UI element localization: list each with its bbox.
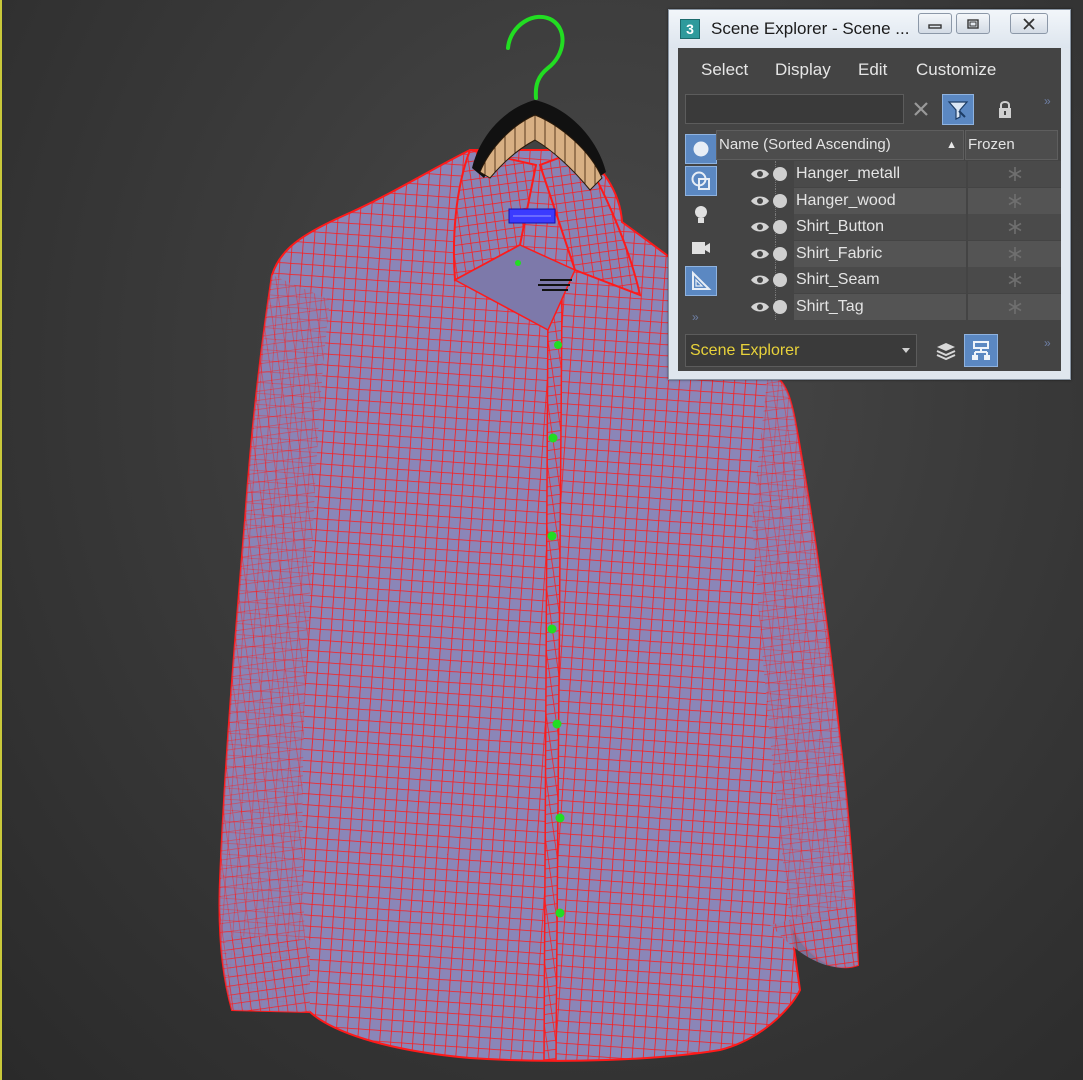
menu-select[interactable]: Select xyxy=(701,60,748,80)
frozen-toggle[interactable] xyxy=(968,267,1061,293)
render-toggle-icon[interactable] xyxy=(773,220,787,234)
app-logo-icon: 3 xyxy=(680,19,700,39)
bottom-toolbar: Scene Explorer » xyxy=(678,334,1061,371)
object-name[interactable]: Shirt_Seam xyxy=(794,267,966,293)
column-frozen-label: Frozen xyxy=(968,136,1015,153)
snowflake-icon xyxy=(1008,167,1021,181)
chevron-down-icon xyxy=(902,348,910,353)
menu-display[interactable]: Display xyxy=(775,60,831,80)
lock-icon xyxy=(999,101,1011,118)
eye-icon[interactable] xyxy=(750,273,770,287)
sort-ascending-icon: ▲ xyxy=(946,139,957,151)
display-shapes-button[interactable] xyxy=(685,166,717,196)
minimize-button[interactable] xyxy=(918,13,952,34)
eye-icon[interactable] xyxy=(750,167,770,181)
close-icon xyxy=(1023,17,1035,30)
restore-icon xyxy=(967,18,979,29)
object-row[interactable]: Hanger_metall xyxy=(720,161,1061,187)
filter-icon xyxy=(947,100,969,120)
search-input[interactable] xyxy=(685,94,904,124)
menu-edit[interactable]: Edit xyxy=(858,60,887,80)
object-name[interactable]: Hanger_metall xyxy=(794,161,966,187)
minimize-icon xyxy=(928,23,942,29)
shapes-icon xyxy=(691,171,710,190)
window-title: Scene Explorer - Scene ... xyxy=(711,19,910,38)
object-name[interactable]: Shirt_Button xyxy=(794,214,966,240)
render-toggle-icon[interactable] xyxy=(773,167,787,181)
column-header-frozen[interactable]: Frozen xyxy=(965,130,1058,160)
frozen-toggle[interactable] xyxy=(968,293,1061,320)
explorer-dropdown[interactable]: Scene Explorer xyxy=(685,334,917,367)
column-name-label: Name (Sorted Ascending) xyxy=(719,136,891,153)
render-toggle-icon[interactable] xyxy=(773,246,787,261)
camera-icon xyxy=(692,242,710,254)
display-helpers-button[interactable] xyxy=(685,266,717,296)
layers-icon xyxy=(936,343,956,361)
snowflake-icon xyxy=(1008,299,1021,314)
eye-icon[interactable] xyxy=(750,220,770,234)
display-cameras-button[interactable] xyxy=(685,233,717,263)
hanger-metall[interactable] xyxy=(506,14,565,100)
object-name[interactable]: Hanger_wood xyxy=(794,187,966,214)
close-button[interactable] xyxy=(1010,13,1048,34)
display-lights-button[interactable] xyxy=(685,200,717,230)
clear-search-button[interactable] xyxy=(911,99,931,119)
light-icon xyxy=(695,206,707,223)
menu-customize[interactable]: Customize xyxy=(916,60,996,80)
menu-bar: Select Display Edit Customize xyxy=(678,48,1061,94)
snowflake-icon xyxy=(1008,193,1021,208)
helper-icon xyxy=(692,270,712,290)
snowflake-icon xyxy=(1008,220,1021,234)
frozen-toggle[interactable] xyxy=(968,161,1061,187)
render-toggle-icon[interactable] xyxy=(773,299,787,314)
frozen-toggle[interactable] xyxy=(968,187,1061,214)
scene-explorer-window[interactable]: 3 Scene Explorer - Scene ... Select Disp… xyxy=(668,9,1071,380)
geometry-icon xyxy=(693,141,709,157)
frozen-toggle[interactable] xyxy=(968,214,1061,240)
frozen-toggle[interactable] xyxy=(968,240,1061,267)
eye-icon[interactable] xyxy=(750,247,770,261)
display-geometry-button[interactable] xyxy=(685,134,717,164)
title-bar[interactable]: 3 Scene Explorer - Scene ... xyxy=(669,10,1070,48)
render-toggle-icon[interactable] xyxy=(773,193,787,208)
object-row[interactable]: Shirt_Button xyxy=(720,214,1061,240)
x-icon xyxy=(914,102,928,116)
object-row[interactable]: Shirt_Fabric xyxy=(720,240,1061,267)
sort-by-layer-button[interactable] xyxy=(931,336,961,366)
render-toggle-icon[interactable] xyxy=(773,273,787,287)
object-row[interactable]: Shirt_Tag xyxy=(720,293,1061,320)
explorer-dropdown-value: Scene Explorer xyxy=(690,342,800,359)
eye-icon[interactable] xyxy=(750,194,770,208)
snowflake-icon xyxy=(1008,273,1021,287)
toolbar-overflow-icon[interactable]: » xyxy=(1044,94,1051,108)
hierarchy-icon xyxy=(972,340,990,360)
explorer-body: Select Display Edit Customize » » Name (… xyxy=(678,48,1061,371)
filter-button[interactable] xyxy=(942,94,974,125)
rail-overflow-icon[interactable]: » xyxy=(692,310,699,324)
object-row[interactable]: Hanger_wood xyxy=(720,187,1061,214)
snowflake-icon xyxy=(1008,246,1021,261)
column-header-name[interactable]: Name (Sorted Ascending) ▲ xyxy=(716,130,964,160)
object-name[interactable]: Shirt_Tag xyxy=(794,293,966,320)
restore-button[interactable] xyxy=(956,13,990,34)
dropdown-arrow-button[interactable] xyxy=(898,342,914,358)
sort-by-hierarchy-button[interactable] xyxy=(964,334,998,367)
object-name[interactable]: Shirt_Fabric xyxy=(794,240,966,267)
eye-icon[interactable] xyxy=(750,300,770,314)
lock-button[interactable] xyxy=(994,97,1016,121)
object-row[interactable]: Shirt_Seam xyxy=(720,267,1061,293)
bottom-overflow-icon[interactable]: » xyxy=(1044,336,1051,350)
